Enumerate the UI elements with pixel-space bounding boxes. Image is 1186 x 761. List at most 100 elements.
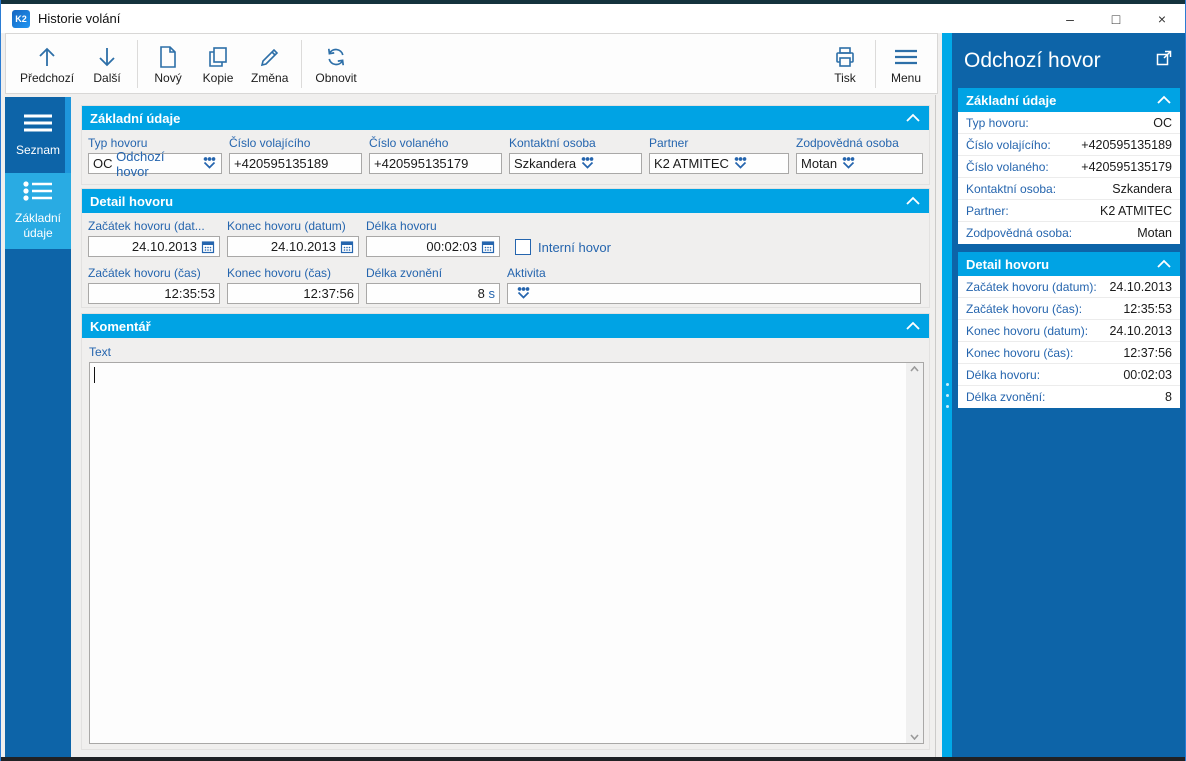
typ-hovoru-combo[interactable]: OC Odchozí hovor [88,153,222,174]
konec-cas-input[interactable]: 12:37:56 [227,283,359,304]
calendar-icon[interactable] [340,240,354,254]
preview-card-zakladni: Základní údaje Typ hovoru: OC Číslo vola… [958,88,1180,244]
field-cislo-volajiciho: Číslo volajícího +420595135189 [229,136,362,174]
field-zodpovedna-osoba: Zodpovědná osoba Motan [796,136,923,174]
field-label: Zodpovědná osoba [796,136,923,150]
chevron-up-icon[interactable] [1156,93,1172,108]
kontaktni-osoba-combo[interactable]: Szkandera [509,153,642,174]
interni-hovor-checkbox[interactable] [515,239,531,255]
konec-datum-value: 24.10.2013 [271,239,336,254]
chevron-up-icon[interactable] [905,194,921,209]
preview-row-label: Konec hovoru (čas): [966,346,1073,360]
toolbar-separator [137,40,138,88]
arrow-up-icon [35,45,59,69]
combo-dropdown-icon[interactable] [516,287,531,300]
preview-row: Konec hovoru (datum): 24.10.2013 [958,320,1180,342]
next-button[interactable]: Další [82,37,132,91]
chevron-up-icon[interactable] [905,111,921,126]
scroll-up-icon[interactable] [910,366,919,372]
delka-zvoneni-input[interactable]: 8 s [366,283,500,304]
app-window: K2 Historie volání – □ × Předchozí Další [0,0,1186,761]
scroll-down-icon[interactable] [910,734,919,740]
section-header[interactable]: Základní údaje [82,106,929,130]
section-title: Základní údaje [90,111,180,126]
preview-row-label: Číslo volaného: [966,160,1049,174]
preview-row: Kontaktní osoba: Szkandera [958,178,1180,200]
refresh-button[interactable]: Obnovit [307,37,364,91]
open-external-icon[interactable] [1155,49,1173,72]
hamburger-menu-icon [893,45,919,69]
copy-label: Kopie [203,71,234,85]
print-button[interactable]: Tisk [820,37,870,91]
new-button[interactable]: Nový [143,37,193,91]
close-button[interactable]: × [1139,4,1185,33]
preview-row-label: Délka hovoru: [966,368,1040,382]
combo-dropdown-icon[interactable] [841,157,856,170]
preview-row-value: 12:35:53 [1123,302,1172,316]
delka-zvoneni-unit: s [489,286,496,301]
cislo-volaneho-input[interactable]: +420595135179 [369,153,502,174]
field-kontaktni-osoba: Kontaktní osoba Szkandera [509,136,642,174]
splitter-handle-dot [946,394,949,397]
combo-dropdown-icon[interactable] [202,157,217,170]
combo-dropdown-icon[interactable] [580,157,595,170]
textarea-scrollbar[interactable] [906,363,923,743]
field-delka-hovoru: Délka hovoru 00:02:03 [366,219,500,257]
splitter-handle-dot [946,383,949,386]
preview-row: Číslo volajícího: +420595135189 [958,134,1180,156]
chevron-up-icon[interactable] [1156,257,1172,272]
preview-row: Konec hovoru (čas): 12:37:56 [958,342,1180,364]
field-label: Aktivita [507,266,921,280]
preview-row: Délka hovoru: 00:02:03 [958,364,1180,386]
pencil-icon [258,45,282,69]
toolbar: Předchozí Další Nový Kopie [5,33,938,94]
konec-datum-input[interactable]: 24.10.2013 [227,236,359,257]
combo-dropdown-icon[interactable] [733,157,748,170]
field-label: Začátek hovoru (čas) [88,266,220,280]
preview-card-title: Základní údaje [966,93,1056,108]
preview-row-value: +420595135189 [1081,138,1172,152]
aktivita-combo[interactable] [507,283,921,304]
preview-row-label: Začátek hovoru (čas): [966,302,1082,316]
sidebar-item-seznam[interactable]: Seznam [5,97,71,173]
komentar-textarea[interactable] [89,362,924,744]
preview-card-header[interactable]: Základní údaje [958,88,1180,112]
zodpovedna-osoba-combo[interactable]: Motan [796,153,923,174]
preview-row: Délka zvonění: 8 [958,386,1180,408]
calendar-icon[interactable] [481,240,495,254]
calendar-icon[interactable] [201,240,215,254]
section-title: Detail hovoru [90,194,173,209]
field-label: Číslo volajícího [229,136,362,150]
field-label: Délka zvonění [366,266,500,280]
zacatek-cas-input[interactable]: 12:35:53 [88,283,220,304]
previous-button[interactable]: Předchozí [12,37,82,91]
typ-hovoru-value: Odchozí hovor [116,149,198,179]
copy-button[interactable]: Kopie [193,37,243,91]
cislo-volajiciho-input[interactable]: +420595135189 [229,153,362,174]
print-label: Tisk [834,71,856,85]
field-label: Délka hovoru [366,219,500,233]
sidebar-item-zakladni-udaje[interactable]: Základní údaje [5,173,71,249]
window-controls: – □ × [1047,4,1185,33]
preview-row-label: Kontaktní osoba: [966,182,1056,196]
section-header[interactable]: Komentář [82,314,929,338]
panel-splitter[interactable] [942,33,952,757]
zacatek-cas-value: 12:35:53 [164,286,215,301]
maximize-button[interactable]: □ [1093,4,1139,33]
preview-card-header[interactable]: Detail hovoru [958,252,1180,276]
k2-app-icon: K2 [12,10,30,28]
preview-row: Začátek hovoru (datum): 24.10.2013 [958,276,1180,298]
menu-button[interactable]: Menu [881,37,931,91]
partner-combo[interactable]: K2 ATMITEC [649,153,789,174]
preview-row: Zodpovědná osoba: Motan [958,222,1180,244]
preview-row: Začátek hovoru (čas): 12:35:53 [958,298,1180,320]
preview-row-label: Číslo volajícího: [966,138,1051,152]
delka-hovoru-input[interactable]: 00:02:03 [366,236,500,257]
zacatek-datum-input[interactable]: 24.10.2013 [88,236,220,257]
minimize-button[interactable]: – [1047,4,1093,33]
section-header[interactable]: Detail hovoru [82,189,929,213]
preview-row-value: +420595135179 [1081,160,1172,174]
preview-row-value: 8 [1165,390,1172,404]
chevron-up-icon[interactable] [905,319,921,334]
edit-button[interactable]: Změna [243,37,296,91]
